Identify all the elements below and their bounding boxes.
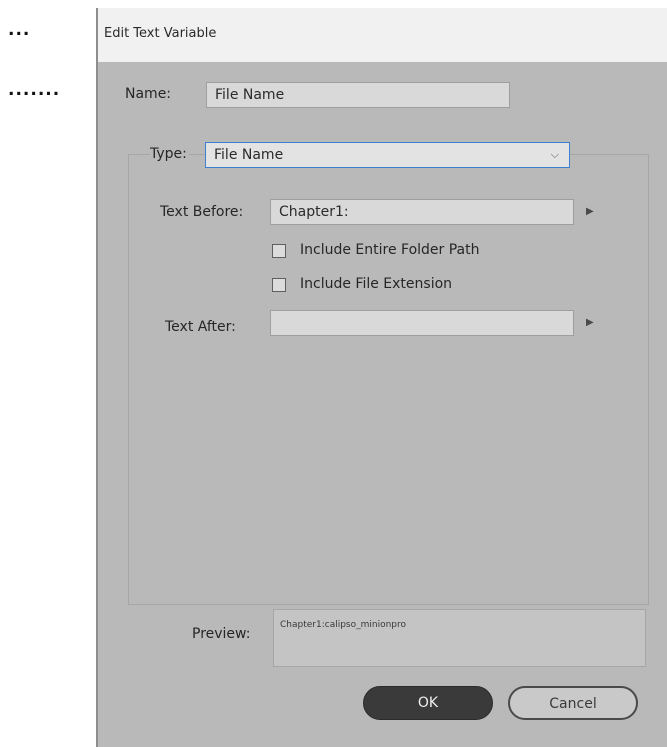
text-after-field[interactable] bbox=[270, 310, 574, 336]
preview-value: Chapter1:calipso_minionpro bbox=[280, 620, 407, 630]
name-label: Name: bbox=[125, 86, 172, 102]
name-field[interactable]: File Name bbox=[206, 82, 510, 108]
preview-box: Chapter1:calipso_minionpro bbox=[273, 609, 646, 667]
dialog-title-bar: Edit Text Variable bbox=[98, 8, 667, 62]
cancel-button[interactable]: Cancel bbox=[508, 686, 638, 720]
type-label: Type: bbox=[150, 146, 189, 162]
type-dropdown-value: File Name bbox=[214, 147, 284, 163]
text-after-insert-menu-icon[interactable]: ▶ bbox=[586, 317, 594, 328]
include-file-extension-label: Include File Extension bbox=[300, 276, 453, 292]
preview-label: Preview: bbox=[192, 626, 251, 642]
edit-text-variable-dialog: Edit Text Variable Name: File Name Type:… bbox=[96, 8, 667, 747]
text-before-insert-menu-icon[interactable]: ▶ bbox=[586, 206, 594, 217]
ellipsis-text-2: ....... bbox=[8, 80, 61, 100]
type-dropdown[interactable]: File Name ⌵ bbox=[205, 142, 570, 168]
text-after-label: Text After: bbox=[165, 319, 236, 335]
ellipsis-text-1: ... bbox=[8, 20, 31, 40]
chevron-down-icon: ⌵ bbox=[550, 148, 559, 161]
text-before-field[interactable]: Chapter1: bbox=[270, 199, 574, 225]
include-file-extension-checkbox[interactable] bbox=[272, 278, 286, 292]
include-folder-path-label: Include Entire Folder Path bbox=[300, 242, 480, 258]
dialog-title: Edit Text Variable bbox=[104, 26, 217, 41]
ok-button[interactable]: OK bbox=[363, 686, 493, 720]
text-before-label: Text Before: bbox=[160, 204, 244, 220]
include-folder-path-checkbox[interactable] bbox=[272, 244, 286, 258]
